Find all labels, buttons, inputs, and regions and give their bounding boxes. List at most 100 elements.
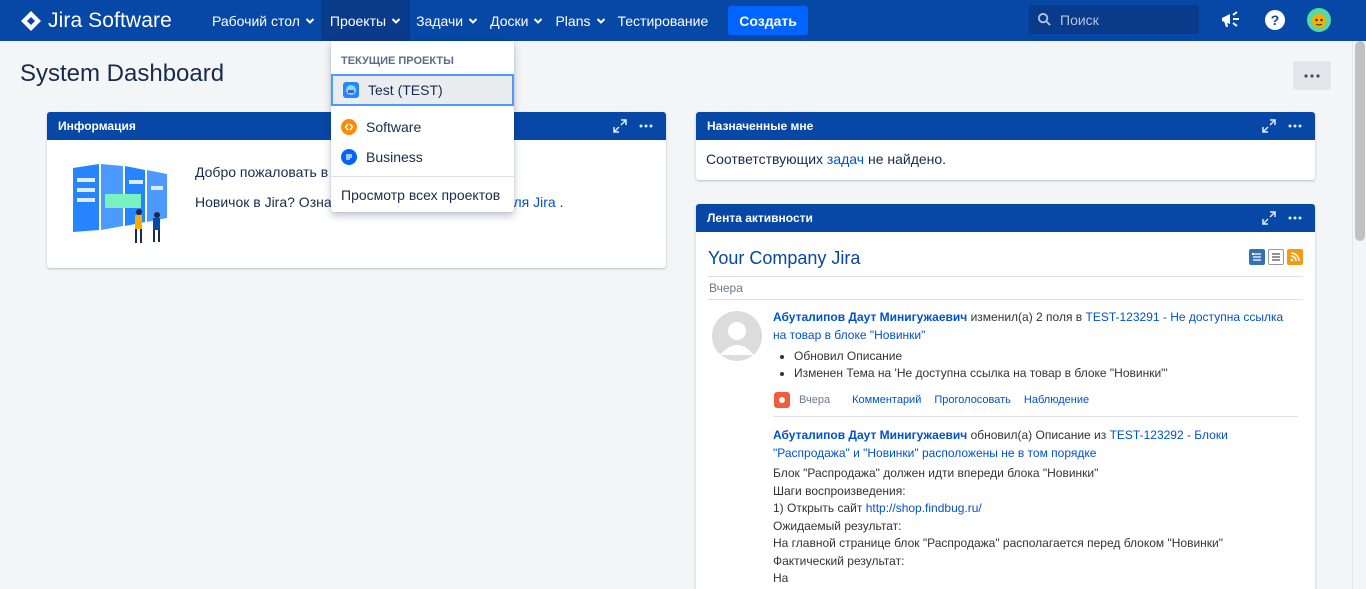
assigned-gadget-title: Назначенные мне xyxy=(707,119,814,133)
projects-dropdown: ТЕКУЩИЕ ПРОЕКТЫ Test (TEST) Software Bus… xyxy=(331,41,514,212)
stream-title: Your Company Jira xyxy=(708,248,861,268)
maximize-icon[interactable] xyxy=(612,118,628,134)
activity-action: обновил(а) Описание из xyxy=(970,428,1107,442)
dropdown-divider xyxy=(331,176,514,177)
site-link[interactable]: http://shop.findbug.ru/ xyxy=(866,501,982,515)
main-nav: Рабочий стол Проекты Задачи Доски Plans … xyxy=(206,0,808,41)
issue-link-cont[interactable]: "Распродажа" и "Новинки" расположены не … xyxy=(773,446,1096,460)
view-all-projects-label: Просмотр всех проектов xyxy=(341,187,501,203)
issue-link-cont[interactable]: на товар в блоке "Новинки" xyxy=(773,328,925,342)
nav-projects[interactable]: Проекты xyxy=(320,0,411,41)
assigned-gadget-header: Назначенные мне xyxy=(696,112,1315,140)
scrollbar-thumb[interactable] xyxy=(1355,41,1365,241)
project-item-software[interactable]: Software xyxy=(331,111,514,143)
app-name: Jira Software xyxy=(48,8,172,32)
svg-text:?: ? xyxy=(1271,12,1280,28)
search-icon xyxy=(1037,12,1051,26)
activity-gadget-header: Лента активности xyxy=(696,204,1315,232)
list-view-icon[interactable] xyxy=(1268,249,1284,265)
test-project-icon xyxy=(343,82,359,98)
info-gadget-title: Информация xyxy=(58,119,136,133)
change-item: Изменен Тема на 'Не доступна ссылка на т… xyxy=(794,365,1294,382)
project-item-label: Software xyxy=(366,119,422,135)
description-line: Блок "Распродажа" должен идти впереди бл… xyxy=(773,466,1099,480)
create-button[interactable]: Создать xyxy=(728,6,808,35)
project-item-label: Test (TEST) xyxy=(368,82,443,98)
change-list: Обновил Описание Изменен Тема на 'Не дос… xyxy=(774,348,1294,382)
comment-link[interactable]: Комментарий xyxy=(852,394,921,406)
page-title: System Dashboard xyxy=(20,60,225,87)
assigned-text-before: Соответствующих xyxy=(706,151,824,167)
day-label: Вчера xyxy=(709,281,743,295)
description-line: На главной странице блок "Распродажа" ра… xyxy=(773,536,1223,550)
nav-boards[interactable]: Доски xyxy=(484,0,549,41)
gadget-menu-icon[interactable] xyxy=(1287,118,1303,134)
issue-link[interactable]: TEST-123292 - Блоки xyxy=(1110,428,1228,442)
newbie-text: Новичок в Jira? Озна xyxy=(195,194,332,210)
maximize-icon[interactable] xyxy=(1261,210,1277,226)
jira-logo-icon xyxy=(21,10,41,31)
page-scrollbar[interactable] xyxy=(1352,41,1366,589)
assigned-empty-message: Соответствующих задач не найдено. xyxy=(706,151,946,167)
activity-gadget-title: Лента активности xyxy=(707,211,813,225)
description-line: Фактический результат: xyxy=(773,553,905,568)
nav-testing[interactable]: Тестирование xyxy=(612,0,715,41)
assigned-gadget: Назначенные мне Соответствующих задач не… xyxy=(696,112,1315,180)
description-line: Ожидаемый результат: xyxy=(773,518,902,533)
activity-entry-2: Абуталипов Даут Минигужаевич обновил(а) … xyxy=(773,426,1293,462)
search-input[interactable] xyxy=(1060,11,1190,28)
chevron-down-icon xyxy=(596,17,605,24)
dashboard-more-button[interactable] xyxy=(1293,61,1331,90)
description-text: 1) Открыть сайт xyxy=(773,501,863,515)
issues-link[interactable]: задач xyxy=(827,151,864,167)
maximize-icon[interactable] xyxy=(1261,118,1277,134)
nav-issues-label: Задачи xyxy=(416,12,464,29)
activity-stream-gadget: Лента активности Your Company Jira Вчера… xyxy=(696,204,1315,589)
activity-entry-1: Абуталипов Даут Минигужаевич изменил(а) … xyxy=(773,308,1293,344)
top-navigation-bar: Jira Software Рабочий стол Проекты Задач… xyxy=(0,0,1366,41)
chevron-down-icon xyxy=(305,17,315,24)
issue-description: Блок "Распродажа" должен идти впереди бл… xyxy=(773,465,1293,588)
project-item-test[interactable]: Test (TEST) xyxy=(331,74,514,106)
activity-action: изменил(а) 2 поля в xyxy=(970,310,1083,324)
nav-testing-label: Тестирование xyxy=(617,12,709,29)
nav-projects-label: Проекты xyxy=(329,12,387,29)
chevron-down-icon xyxy=(534,17,543,24)
vote-link[interactable]: Проголосовать xyxy=(934,394,1011,406)
change-item: Обновил Описание xyxy=(794,348,1294,365)
project-item-business[interactable]: Business xyxy=(331,141,514,173)
jira-logo[interactable]: Jira Software xyxy=(0,0,206,41)
chevron-down-icon xyxy=(468,17,478,24)
issue-link[interactable]: TEST-123291 - Не доступна ссылка xyxy=(1086,310,1284,324)
nav-boards-label: Доски xyxy=(490,12,529,29)
activity-user-link[interactable]: Абуталипов Даут Минигужаевич xyxy=(773,428,967,442)
gadget-menu-icon[interactable] xyxy=(1287,210,1303,226)
gadget-menu-icon[interactable] xyxy=(638,118,654,134)
user-avatar-placeholder[interactable] xyxy=(712,311,762,361)
newbie-tail: . xyxy=(559,194,564,210)
welcome-text: Добро пожаловать в xyxy=(195,164,329,180)
user-avatar[interactable] xyxy=(1307,8,1331,32)
more-icon xyxy=(1304,73,1320,78)
full-view-icon[interactable] xyxy=(1249,249,1265,265)
activity-actions: Вчера Комментарий Проголосовать Наблюден… xyxy=(774,392,1089,408)
description-line-with-link: 1) Открыть сайт http://shop.findbug.ru/ xyxy=(773,500,1293,518)
current-projects-heading: ТЕКУЩИЕ ПРОЕКТЫ xyxy=(341,55,454,67)
divider xyxy=(773,416,1298,417)
project-item-label: Business xyxy=(366,149,423,165)
welcome-illustration xyxy=(73,164,167,243)
notifications-megaphone-icon[interactable] xyxy=(1219,8,1243,32)
view-all-projects-link[interactable]: Просмотр всех проектов xyxy=(331,179,514,211)
rss-feed-icon[interactable] xyxy=(1287,249,1303,265)
divider xyxy=(708,276,1303,277)
business-project-icon xyxy=(341,149,357,165)
nav-plans[interactable]: Plans xyxy=(549,0,611,41)
chevron-down-icon xyxy=(391,17,401,24)
assigned-text-after: не найдено. xyxy=(867,151,947,167)
nav-issues[interactable]: Задачи xyxy=(410,0,484,41)
watch-link[interactable]: Наблюдение xyxy=(1024,394,1089,406)
search-box[interactable] xyxy=(1029,5,1199,34)
help-icon[interactable]: ? xyxy=(1263,8,1287,32)
nav-dashboards[interactable]: Рабочий стол xyxy=(206,0,321,41)
activity-user-link[interactable]: Абуталипов Даут Минигужаевич xyxy=(773,310,967,324)
